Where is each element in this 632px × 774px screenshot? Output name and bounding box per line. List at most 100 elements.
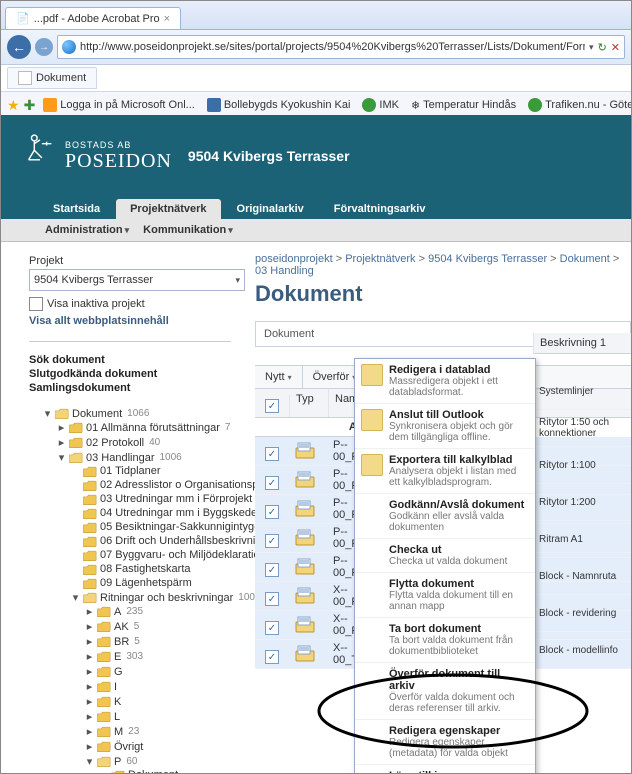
tree-node[interactable]: 01 Tidplaner xyxy=(71,464,231,478)
bookmark-icon: ❄ xyxy=(411,99,420,112)
tree-node[interactable]: ▸L xyxy=(85,709,231,724)
site-title: 9504 Kvibergs Terrasser xyxy=(188,148,350,164)
row-checkbox[interactable]: ✓ xyxy=(265,476,279,490)
menu-item[interactable]: Ta bort dokument Ta bort valda dokument … xyxy=(355,618,535,663)
address-bar[interactable]: http://www.poseidonprojekt.se/sites/port… xyxy=(57,35,625,59)
menu-item[interactable]: Checka ut Checka ut valda dokument xyxy=(355,539,535,573)
select-all-checkbox[interactable]: ✓ xyxy=(265,399,279,413)
stop-icon[interactable]: ✕ xyxy=(611,41,620,54)
nav-projektnatverk[interactable]: Projektnätverk xyxy=(116,199,220,219)
leftnav-samlingsdokument[interactable]: Samlingsdokument xyxy=(29,382,231,394)
logo-big: POSEIDON xyxy=(65,150,172,173)
browser-top-tab[interactable]: 📄 ...pdf - Adobe Acrobat Pro × xyxy=(5,7,181,29)
leftnav-slutgodkanda[interactable]: Slutgodkända dokument xyxy=(29,368,231,380)
chevron-down-icon: ▾ xyxy=(235,275,240,286)
row-checkbox[interactable]: ✓ xyxy=(265,621,279,635)
tree-node[interactable]: Dokument xyxy=(99,768,231,773)
tree-node[interactable]: ▾Dokument1066 xyxy=(43,407,231,420)
menu-item[interactable]: Exportera till kalkylblad Analysera obje… xyxy=(355,449,535,494)
page-tab[interactable]: Dokument xyxy=(7,67,97,89)
tree-node[interactable]: ▾Ritningar och beskrivningar1000 xyxy=(71,591,231,604)
row-description: Ritytor 1:50 och konnektioner xyxy=(533,410,631,447)
checkbox-icon xyxy=(29,297,43,311)
breadcrumb: poseidonprojekt > Projektnätverk > 9504 … xyxy=(255,245,631,281)
refresh-icon[interactable]: ↻ xyxy=(598,41,607,54)
add-favorite-icon[interactable]: ✚ xyxy=(24,97,36,114)
tree-node[interactable]: ▾P60 xyxy=(85,755,231,768)
top-nav: Startsida Projektnätverk Originalarkiv F… xyxy=(1,197,631,219)
tree-node[interactable]: 07 Byggvaru- och Miljödeklarationer xyxy=(71,548,231,562)
tree-node[interactable]: ▸K xyxy=(85,694,231,709)
tree-node[interactable]: ▾03 Handlingar1006 xyxy=(57,451,231,464)
visa-allt-link[interactable]: Visa allt webbplatsinnehåll xyxy=(29,315,231,327)
tree-node[interactable]: 08 Fastighetskarta xyxy=(71,562,231,576)
tree-node[interactable]: ▸Övrigt xyxy=(85,739,231,754)
visa-inaktiva-checkbox[interactable]: Visa inaktiva projekt xyxy=(29,297,231,311)
file-type-icon xyxy=(289,470,327,491)
tab-close-icon[interactable]: × xyxy=(164,13,170,25)
actions-menu: Redigera i datablad Massredigera objekt … xyxy=(354,358,536,774)
menu-item-subtitle: Massredigera objekt i ett databladsforma… xyxy=(389,376,527,398)
menu-item-title: Överför dokument till arkiv xyxy=(389,668,527,692)
bookmark-item[interactable]: Logga in på Microsoft Onl... xyxy=(39,96,199,114)
nav-originalarkiv[interactable]: Originalarkiv xyxy=(223,199,318,219)
row-checkbox[interactable]: ✓ xyxy=(265,650,279,664)
dropdown-icon[interactable]: ▾ xyxy=(589,42,594,53)
menu-item-title: Godkänn/Avslå dokument xyxy=(389,499,527,511)
tree-node[interactable]: ▸AK5 xyxy=(85,619,231,634)
row-checkbox[interactable]: ✓ xyxy=(265,534,279,548)
projekt-select[interactable]: 9504 Kvibergs Terrasser ▾ xyxy=(29,269,245,291)
projekt-label: Projekt xyxy=(29,255,231,267)
row-checkbox[interactable]: ✓ xyxy=(265,505,279,519)
tree-node[interactable]: 09 Lägenhetspärm xyxy=(71,576,231,590)
leftnav-sok[interactable]: Sök dokument xyxy=(29,354,231,366)
bookmark-item[interactable]: Trafiken.nu - Göteborg -tr... xyxy=(524,96,631,114)
site-logo[interactable]: BOSTADS AB POSEIDON xyxy=(21,130,172,182)
subnav-administration[interactable]: Administration▾ xyxy=(39,222,135,238)
tree-node[interactable]: 06 Drift och Underhållsbeskrivningar xyxy=(71,534,231,548)
col-typ[interactable]: Typ xyxy=(290,389,329,417)
tree-node[interactable]: ▸I xyxy=(85,679,231,694)
tree-node[interactable]: ▸E303 xyxy=(85,649,231,664)
row-checkbox[interactable]: ✓ xyxy=(265,592,279,606)
tree-node[interactable]: ▸BR5 xyxy=(85,634,231,649)
row-checkbox[interactable]: ✓ xyxy=(265,447,279,461)
menu-item[interactable]: Redigera i datablad Massredigera objekt … xyxy=(355,359,535,404)
nav-forvaltningsarkiv[interactable]: Förvaltningsarkiv xyxy=(320,199,440,219)
menu-item[interactable]: Flytta dokument Flytta valda dokument ti… xyxy=(355,573,535,618)
menu-item[interactable]: Godkänn/Avslå dokument Godkänn eller avs… xyxy=(355,494,535,539)
menu-item[interactable]: Överför dokument till arkiv Överför vald… xyxy=(355,663,535,720)
tree-node[interactable]: 03 Utredningar mm i Förprojekt1 xyxy=(71,492,231,506)
tab-title: ...pdf - Adobe Acrobat Pro xyxy=(34,13,160,25)
menu-item[interactable]: Anslut till Outlook Synkronisera objekt … xyxy=(355,404,535,449)
forward-button[interactable]: → xyxy=(35,38,53,56)
file-type-icon xyxy=(289,499,327,520)
tree-node[interactable]: ▸A235 xyxy=(85,604,231,619)
subnav-kommunikation[interactable]: Kommunikation▾ xyxy=(137,222,239,238)
col-beskrivning[interactable]: Beskrivning 1 xyxy=(533,333,631,354)
bookmark-item[interactable]: ❄Temperatur Hindås xyxy=(407,97,520,114)
logo-small: BOSTADS AB xyxy=(65,140,172,150)
favorites-icon[interactable]: ★ xyxy=(7,97,20,114)
menu-item[interactable]: Lägg till i dokumentkorgen Lägg till val… xyxy=(355,765,535,774)
tree-node[interactable]: 02 Adresslistor o Organisationsplaner2 xyxy=(71,478,231,492)
row-description: Block - revidering xyxy=(533,595,631,632)
tree-node[interactable]: ▸02 Protokoll40 xyxy=(57,435,231,450)
tree-node[interactable]: ▸01 Allmänna förutsättningar7 xyxy=(57,420,231,435)
file-type-icon xyxy=(289,557,327,578)
menu-item-subtitle: Flytta valda dokument till en annan mapp xyxy=(389,590,527,612)
nav-startsida[interactable]: Startsida xyxy=(39,199,114,219)
tree-node[interactable]: 04 Utredningar mm i Byggskede xyxy=(71,506,231,520)
tree-node[interactable]: ▸G xyxy=(85,664,231,679)
tree-node[interactable]: 05 Besiktningar-Sakkunnigintyg-Syn xyxy=(71,520,231,534)
menu-item[interactable]: Redigera egenskaper Redigera egenskaper … xyxy=(355,720,535,765)
bookmark-item[interactable]: Bollebygds Kyokushin Kai xyxy=(203,96,355,114)
bookmark-item[interactable]: IMK xyxy=(358,96,403,114)
back-button[interactable]: ← xyxy=(7,35,31,59)
row-checkbox[interactable]: ✓ xyxy=(265,563,279,577)
toolbar-nytt[interactable]: Nytt▾ xyxy=(255,366,303,388)
tree-node[interactable]: ▸M23 xyxy=(85,724,231,739)
menu-item-subtitle: Ta bort valda dokument från dokumentbibl… xyxy=(389,635,527,657)
tab-icon: 📄 xyxy=(16,12,30,25)
bookmark-icon xyxy=(207,98,221,112)
